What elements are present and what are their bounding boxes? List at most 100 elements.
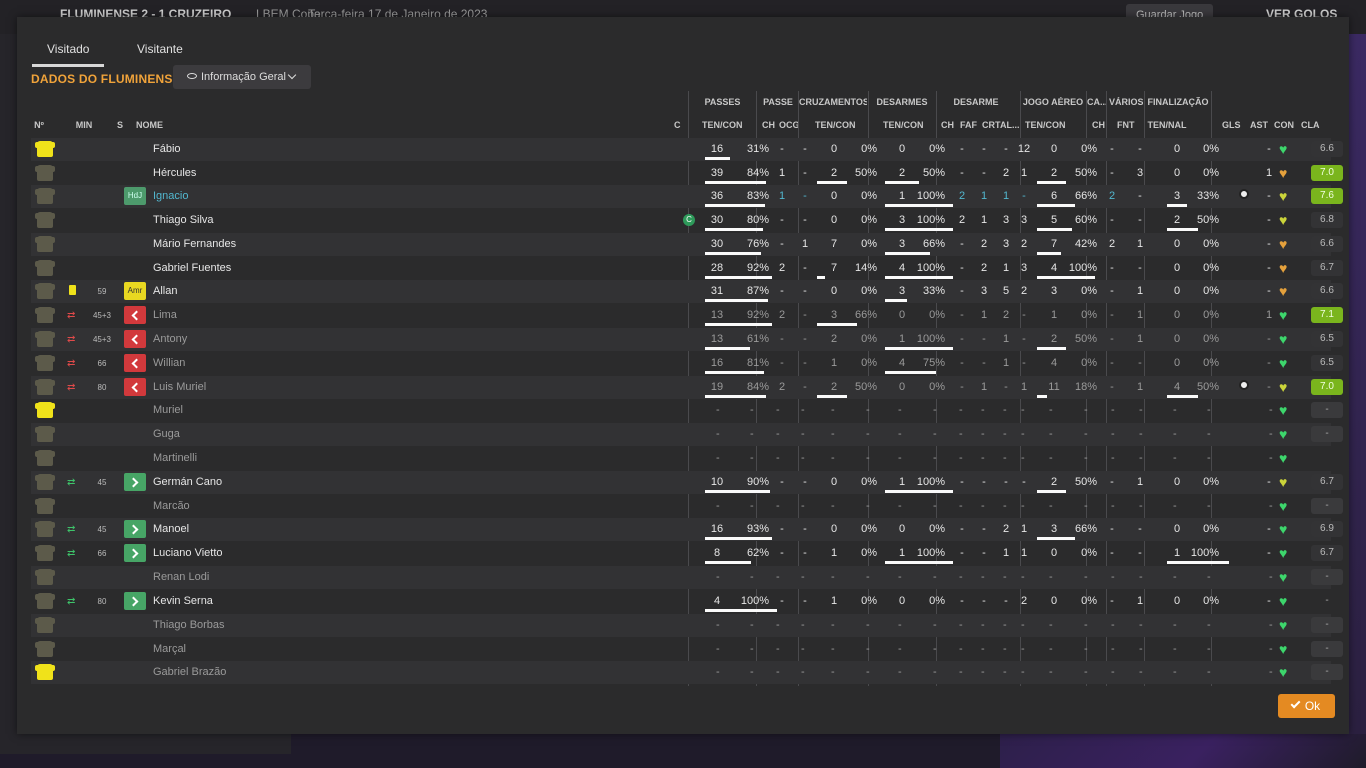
stat-value: - — [1003, 643, 1007, 655]
headers-pct: 18% — [1074, 381, 1097, 393]
table-row[interactable]: Fábio 16 31% - -0 0% 0 0% - - -12 0 0% - -0 0% - ♥ 6.6 — [31, 138, 1343, 161]
tackle-stat: - — [1022, 476, 1026, 488]
table-row[interactable]: ⇄ 66 Willian 16 81% - -1 0% 4 75% - -1-4 0% - -0 0% - ♥ 6.… — [31, 352, 1343, 375]
shots-attempted: 0 — [1173, 476, 1181, 488]
stat-value: - — [866, 571, 870, 583]
shots-attempted: 0 — [1173, 523, 1181, 535]
stat-value: - — [716, 619, 720, 631]
column-header: CH — [1092, 120, 1105, 130]
table-row[interactable]: Renan Lodi - - - - - - - - - - - - - - - - - - - ♥ - — [31, 566, 1343, 589]
player-name: Gabriel Fuentes — [153, 262, 232, 274]
table-row[interactable]: Gabriel Fuentes 28 92% 2-7 14% 4 100% -2 1 3 4 100%… — [31, 257, 1343, 280]
stat-value: - — [1269, 452, 1273, 464]
table-row[interactable]: ⇄ 45+3 Antony 13 61% - -2 0% 1 100% - -1-2 50% -1 0 0% -… — [31, 328, 1343, 351]
stat-value: - — [959, 452, 963, 464]
table-row[interactable]: ⇄ 66 Luciano Vietto 8 62% - -1 0% 1 100% - -1 1 0 0% - -… — [31, 542, 1343, 565]
card-stat: - — [1110, 143, 1114, 155]
crosses-pct: 0% — [861, 238, 877, 250]
table-row[interactable]: Thiago Silva C 30 80% - -0 0% 3 100% 2 1 3 3 5 60% - -2 5… — [31, 209, 1343, 232]
table-row[interactable]: HdJ Ignacio 36 83% 1-0 0% 1 100% 2 1 1-6 66% 2-3 33% -… — [31, 185, 1343, 208]
stat-value: - — [1003, 666, 1007, 678]
shots-bar — [1167, 204, 1188, 207]
shirt-icon — [35, 141, 55, 157]
table-row[interactable]: ⇄ 45+3 Lima 13 92% 2-3 66% 0 0% -1 2-1 0% -1 0 0% 1 ♥ 7.1 — [31, 304, 1343, 327]
form-heart-icon: ♥ — [1279, 569, 1288, 585]
stat-value: - — [750, 452, 754, 464]
shots-pct: 0% — [1203, 167, 1219, 179]
shots-attempted: 0 — [1173, 333, 1181, 345]
table-row[interactable]: Hércules 39 84% 1-2 50% 2 50% - -2 1 2 50% -3 0 0% 1 ♥ 7.… — [31, 162, 1343, 185]
stat-value: - — [1207, 500, 1211, 512]
table-row[interactable]: Marcão - - - - - - - - - - - - - - - - - - - ♥ - — [31, 495, 1343, 518]
stat-value: - — [959, 666, 963, 678]
tackle-stat: 2 — [958, 214, 966, 226]
stat-value: - — [1173, 428, 1177, 440]
chances-created: - — [803, 309, 807, 321]
shots-pct: 0% — [1203, 595, 1219, 607]
stat-value: - — [1003, 500, 1007, 512]
passes-attempted: 16 — [710, 357, 724, 369]
form-heart-icon: ♥ — [1279, 212, 1288, 228]
passes-attempted: 13 — [710, 333, 724, 345]
fouls-stat: - — [1138, 143, 1142, 155]
stat-value: - — [750, 619, 754, 631]
tackles-pct: 0% — [929, 309, 945, 321]
table-row[interactable]: 59 Amr Allan 31 87% - -0 0% 3 33% -3 5 2 3 0% -1 0 0% - ♥ 6.… — [31, 280, 1343, 303]
stat-value: - — [831, 428, 835, 440]
ok-button[interactable]: Ok — [1278, 694, 1335, 718]
passes-attempted: 31 — [710, 285, 724, 297]
tackle-stat: - — [960, 476, 964, 488]
stat-value: - — [1049, 428, 1053, 440]
table-row[interactable]: ⇄ 45 Germán Cano 10 90% - -0 0% 1 100% - - - -2 50% -1 0… — [31, 471, 1343, 494]
stat-value: - — [1084, 619, 1088, 631]
tab-visitado[interactable]: Visitado — [32, 37, 105, 67]
table-row[interactable]: Martinelli - - - - - - - - - - - - - - - - - - - ♥ — [31, 447, 1331, 470]
stat-value: - — [1084, 452, 1088, 464]
chances-created: - — [803, 167, 807, 179]
stat-value: - — [981, 428, 985, 440]
passes-bar — [705, 181, 767, 184]
assists-stat: - — [1267, 238, 1271, 250]
subbed-off-badge — [124, 354, 146, 372]
table-row[interactable]: Muriel - - - - - - - - - - - - - - - - - - - ♥ - — [31, 399, 1343, 422]
rating-badge: 6.6 — [1311, 283, 1343, 299]
rating-badge: - — [1311, 664, 1343, 680]
tackle-stat: 1 — [980, 381, 988, 393]
view-dropdown[interactable]: Informação Geral — [173, 65, 311, 89]
tackles-bar — [885, 299, 908, 302]
rating-badge: 6.6 — [1311, 236, 1343, 252]
shots-attempted: 1 — [1173, 547, 1181, 559]
stat-value: - — [750, 428, 754, 440]
tackle-stat: - — [982, 143, 986, 155]
key-passes: - — [780, 357, 784, 369]
tackles-bar — [885, 276, 953, 279]
passes-pct: 76% — [746, 238, 769, 250]
table-row[interactable]: ⇄ 45 Manoel 16 93% - -0 0% 0 0% - -2 1 3 66% - -0 0% - ♥ 6.9 — [31, 518, 1343, 541]
headers-bar — [1037, 395, 1048, 398]
crosses-pct: 0% — [861, 333, 877, 345]
stat-value: - — [801, 666, 805, 678]
tackle-stat: 2 — [980, 238, 988, 250]
stat-value: - — [1049, 571, 1053, 583]
tackle-stat: - — [960, 523, 964, 535]
tab-visitante[interactable]: Visitante — [122, 37, 198, 67]
stat-value: - — [1269, 666, 1273, 678]
table-row[interactable]: ⇄ 80 Luis Muriel 19 84% 2-2 50% 0 0% -1-1 11 18% -1 4… — [31, 376, 1343, 399]
tackle-stat: 1 — [980, 309, 988, 321]
table-row[interactable]: Gabriel Brazão - - - - - - - - - - - - - - - - - - - ♥ - — [31, 661, 1343, 684]
shots-attempted: 2 — [1173, 214, 1181, 226]
stat-value: - — [801, 571, 805, 583]
fouls-stat: 1 — [1136, 285, 1144, 297]
column-header: TEN/CON — [815, 120, 856, 130]
table-row[interactable]: Guga - - - - - - - - - - - - - - - - - - - ♥ - — [31, 423, 1343, 446]
table-row[interactable]: ⇄ 80 Kevin Serna 4 100% - -1 0% 0 0% - - -2 0 0% -1 0 0% -… — [31, 590, 1331, 613]
table-row[interactable]: Marçal - - - - - - - - - - - - - - - - - - - ♥ - — [31, 638, 1343, 661]
table-row[interactable]: Mário Fernandes 30 76% -1 7 0% 3 66% -2 3 2 7 42% 2 1 0… — [31, 233, 1343, 256]
tackle-stat: 2 — [958, 190, 966, 202]
minutes-label: 45+3 — [92, 335, 112, 344]
headers-pct: 42% — [1074, 238, 1097, 250]
assists-stat: - — [1267, 595, 1271, 607]
subbed-on-badge — [124, 592, 146, 610]
table-row[interactable]: Thiago Borbas - - - - - - - - - - - - - - - - - - - ♥ - — [31, 614, 1343, 637]
chevron-down-icon — [287, 70, 297, 80]
